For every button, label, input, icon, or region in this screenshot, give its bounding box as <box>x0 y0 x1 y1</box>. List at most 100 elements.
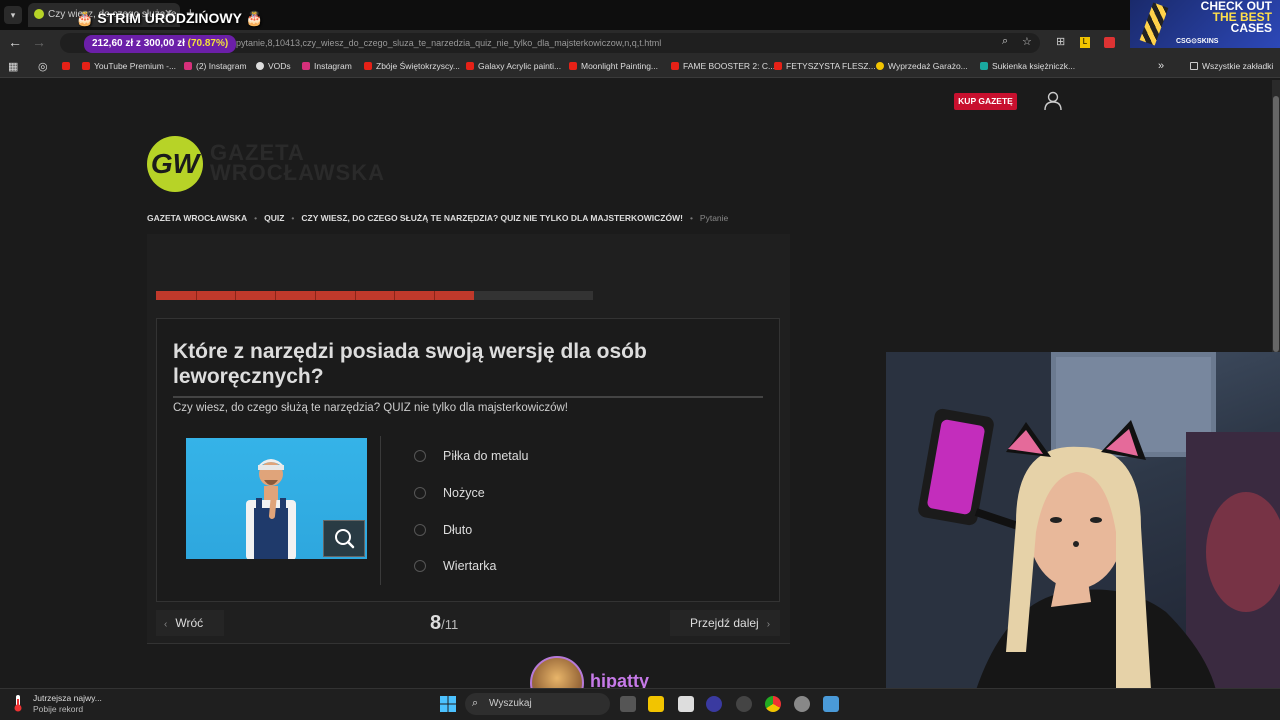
question-counter: 8/11 <box>430 612 458 635</box>
chevron-left-icon: ‹ <box>164 619 168 630</box>
answer-option[interactable]: Piłka do metalu <box>414 449 528 463</box>
progress-segment-divider <box>196 291 197 300</box>
breadcrumb-separator: • <box>291 213 295 223</box>
buy-newspaper-button[interactable]: KUP GAZETĘ <box>954 93 1017 110</box>
extension-icon[interactable]: ⊞ <box>1056 35 1065 48</box>
ad-text: CHECK OUT THE BEST CASES <box>1188 0 1272 35</box>
donation-goal-overlay: 212,60 zł z 300,00 zł (70.87%) <box>84 35 237 53</box>
app-icon[interactable] <box>736 696 752 712</box>
progress-segment-divider <box>355 291 356 300</box>
more-bookmarks-chevron-icon[interactable]: » <box>1158 60 1164 72</box>
chrome-taskbar-icon[interactable] <box>765 696 781 712</box>
bookmark-item[interactable]: FAME BOOSTER 2: C... <box>671 61 775 71</box>
bookmark-item[interactable]: Sukienka księżniczk... <box>980 61 1075 71</box>
breadcrumb-quiz-link[interactable]: QUIZ <box>264 213 284 223</box>
taskbar-search[interactable] <box>465 693 610 715</box>
donation-percent: (70.87%) <box>187 38 229 49</box>
radio-button[interactable] <box>414 487 426 499</box>
bookmark-item[interactable]: YouTube Premium -... <box>82 61 176 71</box>
stream-overlay-title: 🎂 STRIM URODZIŃOWY 🎂 <box>76 10 264 26</box>
scrollbar-thumb[interactable] <box>1273 96 1279 352</box>
forward-arrow-icon[interactable]: → <box>32 34 46 50</box>
bookmark-item[interactable]: (2) Instagram <box>184 61 247 71</box>
previous-question-button[interactable]: ‹ Wróć <box>156 610 224 636</box>
current-question: 8 <box>430 612 442 634</box>
apps-grid-icon[interactable]: ▦ <box>8 60 18 73</box>
breadcrumb-quiz-title-link[interactable]: CZY WIESZ, DO CZEGO SŁUŻĄ TE NARZĘDZIA? … <box>301 213 683 223</box>
bookmark-item[interactable]: Zbóje Świętokrzyscy... <box>364 61 460 71</box>
file-explorer-icon[interactable] <box>648 696 664 712</box>
progress-segment-divider <box>235 291 236 300</box>
youtube-icon <box>774 62 782 70</box>
breadcrumb-separator: • <box>254 213 258 223</box>
extension-icon[interactable] <box>1104 37 1115 48</box>
radio-button[interactable] <box>414 524 426 536</box>
windows-taskbar <box>0 688 1280 720</box>
url-text: pytanie,8,10413,czy_wiesz_do_czego_sluza… <box>236 38 662 48</box>
user-account-icon[interactable] <box>1044 91 1062 111</box>
bookmark-label: Instagram <box>314 61 352 71</box>
bookmark-item[interactable]: Instagram <box>302 61 352 71</box>
app-icon[interactable] <box>706 696 722 712</box>
all-bookmarks-label: Wszystkie zakładki <box>1202 61 1274 71</box>
settings-gear-icon[interactable] <box>794 696 810 712</box>
bookmark-label: FAME BOOSTER 2: C... <box>683 61 776 71</box>
next-question-button[interactable]: Przejdź dalej › <box>670 610 780 636</box>
tab-favicon-icon <box>34 9 44 19</box>
bookmark-label: Moonlight Painting... <box>581 61 659 71</box>
bookmark-label: YouTube Premium -... <box>94 61 177 71</box>
bookmark-item[interactable]: Moonlight Painting... <box>569 61 658 71</box>
bookmark-item[interactable]: FETYSZYSTA FLESZ... <box>774 61 876 71</box>
zoom-icon[interactable]: ⌕ <box>1002 35 1008 48</box>
notepad-icon[interactable] <box>823 696 839 712</box>
breadcrumb: GAZETA WROCŁAWSKA • QUIZ • CZY WIESZ, DO CZE… <box>147 213 728 223</box>
ad-line3: CASES <box>1230 21 1272 35</box>
instagram-icon <box>184 62 192 70</box>
tab-search-menu-button[interactable]: ▾ <box>4 6 22 24</box>
answer-label: Piłka do metalu <box>443 449 529 463</box>
task-view-icon[interactable] <box>620 696 636 712</box>
question-title: Które z narzędzi posiada swoją wersję dl… <box>173 340 647 388</box>
bookmark-item[interactable]: Galaxy Acrylic painti... <box>466 61 561 71</box>
all-bookmarks-folder[interactable]: Wszystkie zakładki <box>1190 61 1273 71</box>
weather-headline[interactable]: Jutrzejsza najwy... <box>33 693 102 703</box>
folder-icon <box>1190 62 1198 70</box>
bookmark-label: FETYSZYSTA FLESZ... <box>786 61 876 71</box>
bookmark-favicon-icon <box>980 62 988 70</box>
back-arrow-icon[interactable]: ← <box>8 34 22 50</box>
bookmark-item[interactable]: VODs <box>256 61 291 71</box>
back-label: Wróć <box>175 616 204 630</box>
thermometer-icon[interactable] <box>12 694 24 712</box>
weather-subline[interactable]: Pobije rekord <box>33 704 83 714</box>
radio-button[interactable] <box>414 560 426 572</box>
answer-label: Dłuto <box>443 523 473 537</box>
radio-button[interactable] <box>414 450 426 462</box>
quiz-bottom-divider <box>147 643 790 644</box>
instagram-icon <box>302 62 310 70</box>
bookmark-label: Wyprzedaż Garażo... <box>888 61 968 71</box>
bookmark-item[interactable] <box>62 61 74 71</box>
answer-option[interactable]: Wiertarka <box>414 559 496 573</box>
star-bookmark-icon[interactable]: ☆ <box>1022 35 1032 48</box>
answer-label: Wiertarka <box>443 559 497 573</box>
chrome-icon[interactable]: ◎ <box>38 60 48 73</box>
site-logo-text[interactable]: GAZETA WROCŁAWSKA <box>210 142 385 185</box>
extension-icon[interactable]: L <box>1080 37 1090 48</box>
answer-option[interactable]: Nożyce <box>414 486 485 500</box>
bookmark-favicon-icon <box>876 62 884 70</box>
webcam-overlay <box>886 352 1280 690</box>
windows-start-icon[interactable] <box>440 696 456 712</box>
youtube-icon <box>671 62 679 70</box>
chevron-right-icon: › <box>766 619 771 630</box>
site-logo-mark[interactable]: GW <box>147 136 203 192</box>
store-icon[interactable] <box>678 696 694 712</box>
taskbar-search-label: Wyszukaj <box>489 698 532 709</box>
logo-line2: WROCŁAWSKA <box>210 160 385 185</box>
progress-segment-divider <box>315 291 316 300</box>
donation-amount: 212,60 zł z 300,00 zł <box>92 38 185 49</box>
breadcrumb-home-link[interactable]: GAZETA WROCŁAWSKA <box>147 213 247 223</box>
image-zoom-button[interactable] <box>323 520 365 557</box>
answer-option[interactable]: Dłuto <box>414 523 472 537</box>
card-divider <box>380 436 381 585</box>
bookmark-item[interactable]: Wyprzedaż Garażo... <box>876 61 968 71</box>
